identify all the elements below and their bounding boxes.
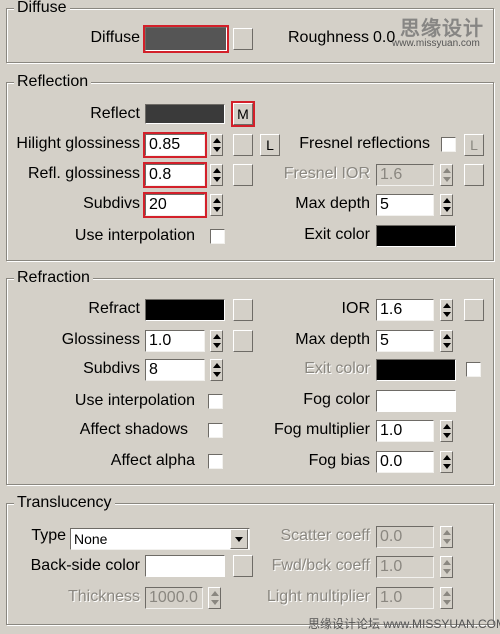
reflection-max-depth-input[interactable]: 5	[376, 194, 434, 216]
translucency-type-value: None	[74, 531, 108, 547]
refraction-glossiness-spinner[interactable]	[210, 330, 223, 352]
ior-input[interactable]: 1.6	[376, 299, 434, 321]
reflection-subdivs-spinner[interactable]	[210, 194, 223, 216]
reflection-max-depth-label: Max depth	[295, 195, 370, 212]
thickness-label: Thickness	[67, 588, 140, 605]
refl-glossiness-map-button[interactable]	[233, 164, 253, 186]
refraction-use-interpolation-checkbox[interactable]	[208, 394, 223, 409]
fresnel-ior-map-button[interactable]	[464, 164, 484, 186]
back-side-color-map-button[interactable]	[233, 555, 253, 577]
thickness-spinner[interactable]	[208, 587, 221, 609]
footer-watermark: 思缘设计论坛 www.MISSYUAN.COM	[308, 617, 500, 631]
refract-color-swatch[interactable]	[145, 299, 225, 321]
light-multiplier-label: Light multiplier	[266, 588, 370, 605]
refraction-subdivs-input[interactable]: 8	[145, 359, 205, 381]
hilight-glossiness-spinner[interactable]	[210, 134, 223, 156]
reflection-use-interpolation-checkbox[interactable]	[210, 229, 225, 244]
site-logo: 思缘设计	[400, 18, 484, 40]
roughness-label: Roughness	[288, 29, 369, 46]
refraction-max-depth-input[interactable]: 5	[376, 330, 434, 352]
reflection-exit-color-swatch[interactable]	[376, 225, 456, 247]
fog-multiplier-label: Fog multiplier	[273, 421, 370, 438]
fog-color-swatch[interactable]	[376, 390, 456, 412]
reflect-map-button[interactable]: M	[231, 101, 255, 127]
fog-bias-input[interactable]: 0.0	[376, 451, 434, 473]
hilight-lock-button[interactable]: L	[260, 134, 280, 156]
reflection-exit-color-label: Exit color	[304, 226, 370, 243]
refraction-exit-color-checkbox[interactable]	[466, 362, 481, 377]
refraction-max-depth-label: Max depth	[295, 331, 370, 348]
fwd-bck-coeff-spinner[interactable]	[440, 556, 453, 578]
refraction-use-interpolation-label: Use interpolation	[74, 392, 195, 409]
fresnel-ior-spinner[interactable]	[440, 164, 453, 186]
refraction-exit-color-swatch[interactable]	[376, 359, 456, 381]
refraction-subdivs-spinner[interactable]	[210, 359, 223, 381]
ior-map-button[interactable]	[464, 299, 484, 321]
back-side-color-swatch[interactable]	[145, 555, 225, 577]
fwd-bck-coeff-label: Fwd/bck coeff	[271, 557, 370, 574]
scatter-coeff-input[interactable]: 0.0	[376, 526, 434, 548]
affect-alpha-label: Affect alpha	[110, 452, 195, 469]
reflection-group-title: Reflection	[14, 74, 92, 90]
scatter-coeff-label: Scatter coeff	[280, 527, 370, 544]
fwd-bck-coeff-input[interactable]: 1.0	[376, 556, 434, 578]
fog-bias-label: Fog bias	[308, 452, 370, 469]
refraction-max-depth-spinner[interactable]	[440, 330, 453, 352]
refraction-glossiness-map-button[interactable]	[233, 330, 253, 352]
fog-color-label: Fog color	[303, 391, 370, 408]
fresnel-ior-input[interactable]: 1.6	[376, 164, 434, 186]
reflect-label: Reflect	[90, 105, 140, 122]
hilight-glossiness-input[interactable]: 0.85	[143, 132, 207, 158]
refl-glossiness-label: Refl. glossiness	[27, 165, 140, 182]
translucency-type-label: Type	[31, 527, 66, 544]
fog-bias-spinner[interactable]	[440, 451, 453, 473]
diffuse-label: Diffuse	[90, 29, 140, 46]
translucency-group-title: Translucency	[14, 495, 115, 511]
ior-spinner[interactable]	[440, 299, 453, 321]
affect-alpha-checkbox[interactable]	[208, 454, 223, 469]
refl-glossiness-input[interactable]: 0.8	[143, 162, 207, 188]
ior-label: IOR	[341, 300, 370, 317]
back-side-color-label: Back-side color	[30, 557, 140, 574]
hilight-glossiness-map-button[interactable]	[233, 134, 253, 156]
fresnel-lock-button[interactable]: L	[464, 134, 484, 156]
refract-map-button[interactable]	[233, 299, 253, 321]
light-multiplier-spinner[interactable]	[440, 587, 453, 609]
refraction-glossiness-input[interactable]: 1.0	[145, 330, 205, 352]
translucency-type-select[interactable]: None	[70, 528, 250, 550]
affect-shadows-checkbox[interactable]	[208, 423, 223, 438]
light-multiplier-input[interactable]: 1.0	[376, 587, 434, 609]
translucency-type-dropdown-arrow[interactable]	[230, 529, 248, 549]
diffuse-group-title: Diffuse	[14, 0, 70, 16]
refract-label: Refract	[88, 300, 140, 317]
fog-multiplier-spinner[interactable]	[440, 420, 453, 442]
reflection-use-interpolation-label: Use interpolation	[74, 227, 195, 244]
reflection-max-depth-spinner[interactable]	[440, 194, 453, 216]
diffuse-map-button[interactable]	[233, 28, 253, 50]
fresnel-ior-label: Fresnel IOR	[283, 165, 370, 182]
site-logo-url: www.missyuan.com	[392, 38, 480, 49]
affect-shadows-label: Affect shadows	[79, 421, 188, 438]
refraction-glossiness-label: Glossiness	[61, 331, 140, 348]
fog-multiplier-input[interactable]: 1.0	[376, 420, 434, 442]
reflection-subdivs-input[interactable]: 20	[143, 192, 207, 218]
refl-glossiness-spinner[interactable]	[210, 164, 223, 186]
refraction-group-title: Refraction	[14, 270, 93, 286]
diffuse-color-swatch[interactable]	[143, 25, 229, 53]
reflection-subdivs-label: Subdivs	[83, 195, 140, 212]
fresnel-reflections-label: Fresnel reflections	[299, 135, 430, 152]
refraction-subdivs-label: Subdivs	[83, 360, 140, 377]
thickness-input[interactable]: 1000.0	[145, 587, 203, 609]
reflect-color-swatch[interactable]	[145, 104, 225, 124]
hilight-glossiness-label: Hilight glossiness	[16, 135, 140, 152]
scatter-coeff-spinner[interactable]	[440, 526, 453, 548]
fresnel-reflections-checkbox[interactable]	[441, 137, 456, 152]
refraction-exit-color-label: Exit color	[304, 360, 370, 377]
